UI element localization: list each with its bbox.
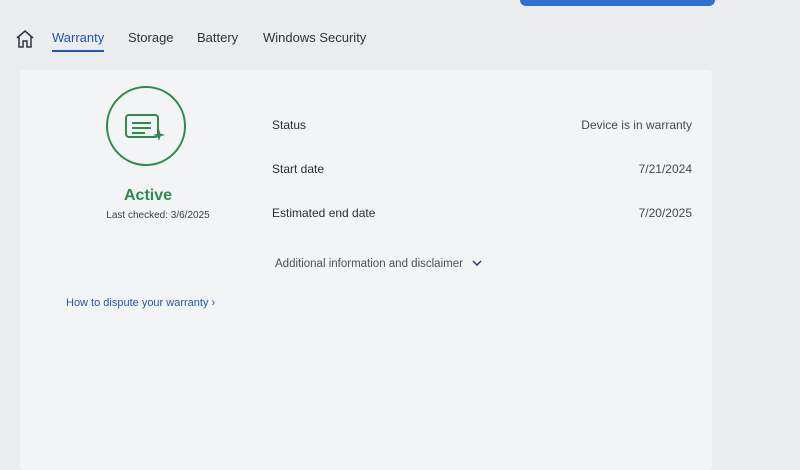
detail-row-end-date: Estimated end date 7/20/2025 [272,206,692,228]
detail-row-start-date: Start date 7/21/2024 [272,162,692,184]
warranty-status-circle [106,86,186,166]
warranty-document-icon [125,114,165,141]
tab-windows-security[interactable]: Windows Security [263,30,366,45]
detail-label: Start date [272,162,325,176]
last-checked-date: Last checked: 3/6/2025 [106,210,210,221]
chevron-down-icon [472,258,482,270]
tab-battery[interactable]: Battery [197,30,238,45]
warranty-status-badge: Active [123,187,173,204]
tab-warranty[interactable]: Warranty [52,30,105,52]
detail-row-status: Status Device is in warranty [272,118,692,140]
detail-label: Estimated end date [272,206,376,220]
top-window-accent [520,0,715,6]
additional-info-label: Additional information and disclaimer [275,258,463,271]
home-icon[interactable] [14,28,38,52]
dispute-warranty-link[interactable]: How to dispute your warranty › [66,297,215,309]
top-nav: Warranty Storage Battery Windows Securit… [14,24,714,58]
additional-info-toggle[interactable]: Additional information and disclaimer [275,258,482,270]
detail-value: 7/21/2024 [638,162,692,176]
detail-value: Device is in warranty [581,118,692,132]
tab-storage[interactable]: Storage [128,30,174,45]
detail-label: Status [272,118,307,132]
detail-value: 7/20/2025 [638,206,692,220]
warranty-card: Active Last checked: 3/6/2025 How to dis… [20,70,712,470]
